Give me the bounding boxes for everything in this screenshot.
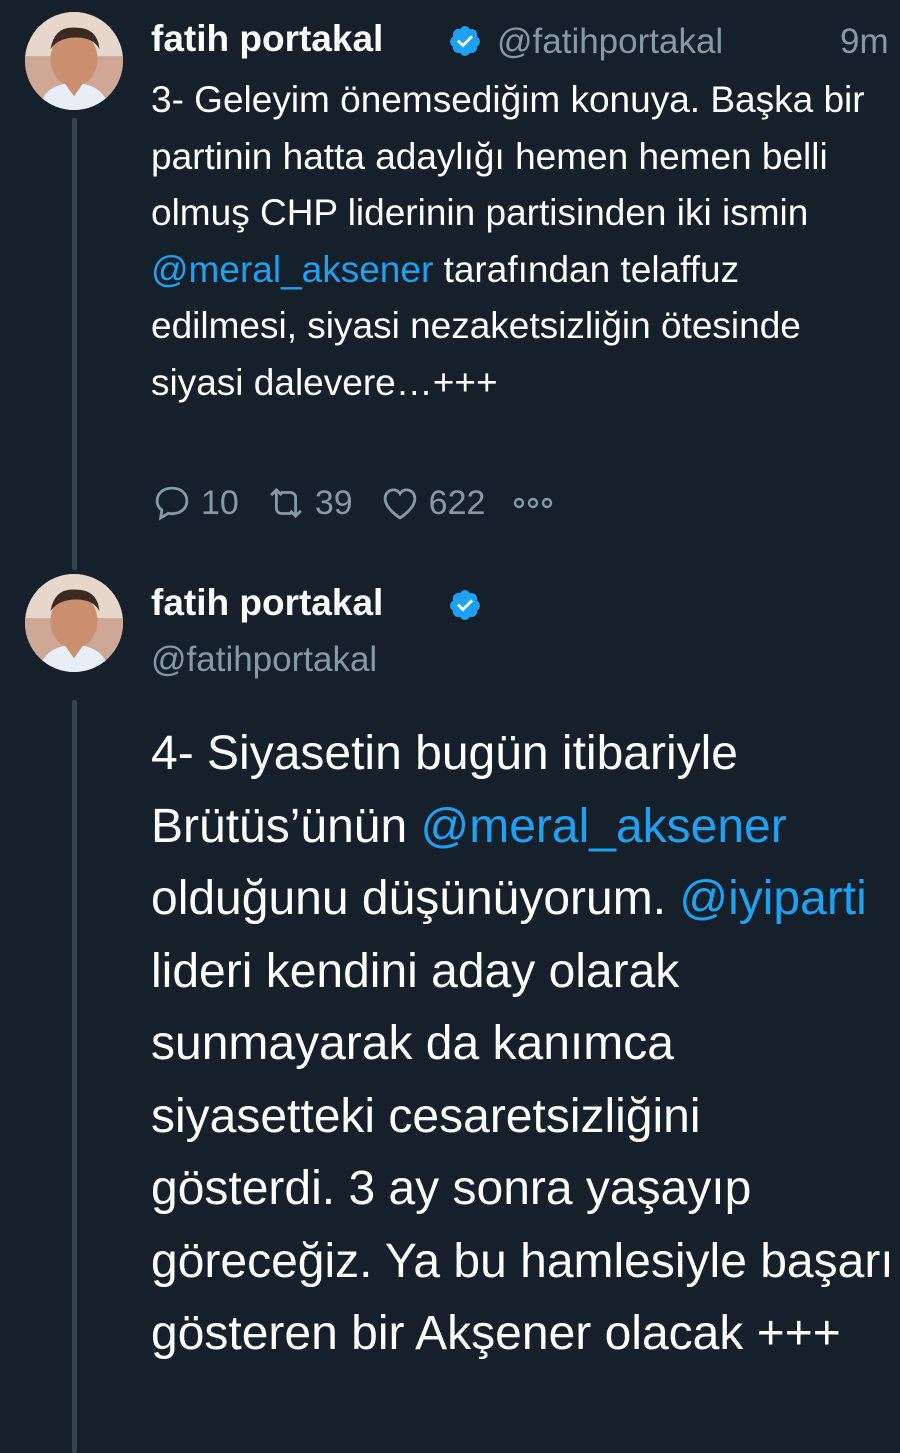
retweet-count: 39 bbox=[314, 483, 353, 522]
more-icon bbox=[514, 497, 553, 509]
avatar-image bbox=[25, 12, 123, 110]
retweet-icon bbox=[269, 487, 302, 519]
like-count: 622 bbox=[428, 483, 486, 522]
author-handle[interactable]: @fatihportakal bbox=[151, 640, 377, 680]
text-segment: lideri kendini aday olarak sunmayarak da… bbox=[151, 944, 894, 1361]
author-name[interactable]: fatih portakal bbox=[151, 18, 383, 60]
tweet-text: 3- Geleyim önemsediğim konuya. Başka bir… bbox=[151, 72, 886, 411]
reply-count: 10 bbox=[201, 483, 239, 522]
text-segment: olduğunu düşünüyorum. bbox=[151, 872, 680, 925]
reply-icon bbox=[155, 486, 189, 521]
thread-line-2 bbox=[72, 700, 77, 1453]
tweet-actions: 10 39 622 bbox=[151, 478, 589, 528]
mention-link[interactable]: @meral_aksener bbox=[421, 800, 787, 853]
more-options-button[interactable] bbox=[511, 493, 563, 513]
tweet-text: 4- Siyasetin bugün itibariyle Brütüs’ünü… bbox=[151, 718, 896, 1371]
avatar[interactable] bbox=[25, 12, 123, 110]
author-name[interactable]: fatih portakal bbox=[151, 582, 383, 624]
verified-badge-icon bbox=[450, 26, 480, 56]
like-button[interactable]: 622 bbox=[379, 482, 486, 524]
tweet-time[interactable]: 9m bbox=[840, 22, 889, 62]
reply-button[interactable]: 10 bbox=[151, 482, 239, 524]
avatar[interactable] bbox=[25, 574, 123, 672]
author-handle[interactable]: @fatihportakal bbox=[497, 22, 723, 62]
thread-line-1 bbox=[72, 118, 77, 570]
mention-link[interactable]: @iyiparti bbox=[679, 872, 866, 925]
text-segment: 3- Geleyim önemsediğim konuya. Başka bir… bbox=[151, 79, 865, 233]
verified-badge-icon bbox=[450, 590, 480, 620]
avatar-image bbox=[25, 574, 123, 672]
retweet-button[interactable]: 39 bbox=[265, 482, 353, 524]
like-icon bbox=[383, 488, 416, 520]
mention-link[interactable]: @meral_aksener bbox=[151, 249, 433, 290]
